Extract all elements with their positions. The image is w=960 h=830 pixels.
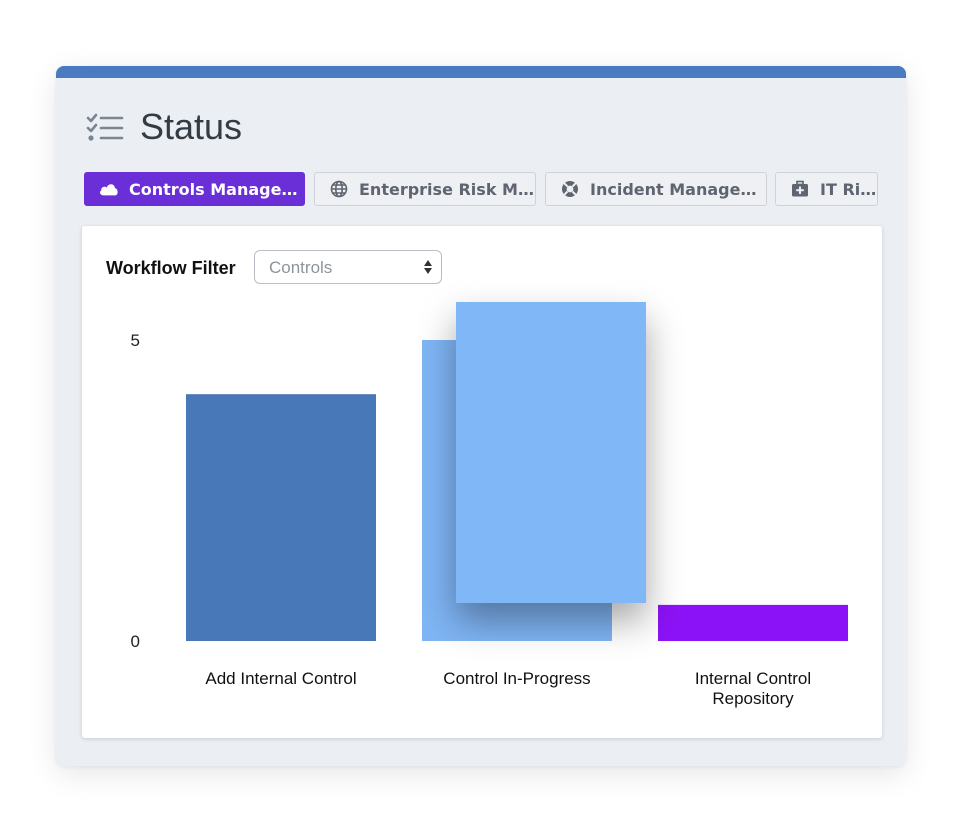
bar-hover-highlight[interactable] bbox=[456, 302, 646, 603]
status-card: Status Controls Managem… Enterprise Risk… bbox=[56, 66, 906, 766]
chart-panel: Workflow Filter Controls 0 5 Add Internal … bbox=[82, 226, 882, 738]
x-category-label: Repository bbox=[712, 689, 794, 708]
globe-icon bbox=[329, 179, 349, 199]
x-category-label: Control In-Progress bbox=[443, 669, 590, 688]
page-title: Status bbox=[140, 106, 243, 147]
tab-label: IT Risk bbox=[820, 179, 877, 199]
tab-enterprise-risk-management[interactable]: Enterprise Risk Ma… bbox=[314, 172, 536, 206]
tab-label: Incident Managem… bbox=[590, 179, 766, 199]
tab-controls-management[interactable]: Controls Managem… bbox=[84, 172, 305, 206]
cloud-icon bbox=[99, 179, 119, 199]
bar[interactable] bbox=[658, 604, 848, 641]
x-category-label: Add Internal Control bbox=[205, 669, 356, 688]
medkit-icon bbox=[790, 179, 810, 199]
tab-incident-management[interactable]: Incident Managem… bbox=[545, 172, 767, 206]
tab-label: Enterprise Risk Ma… bbox=[359, 179, 535, 199]
tab-it-risk[interactable]: IT Risk bbox=[775, 172, 878, 206]
tab-label: Controls Managem… bbox=[129, 179, 304, 199]
y-tick-label: 5 bbox=[131, 331, 140, 350]
checklist-icon bbox=[86, 113, 124, 141]
y-tick-label: 0 bbox=[131, 632, 140, 651]
lifebuoy-icon bbox=[560, 179, 580, 199]
bar[interactable] bbox=[186, 394, 376, 641]
x-category-label: Internal Control bbox=[695, 669, 811, 688]
card-accent-bar bbox=[56, 66, 906, 78]
status-bar-chart: 0 5 Add Internal Control Control In-Progres… bbox=[131, 302, 848, 708]
